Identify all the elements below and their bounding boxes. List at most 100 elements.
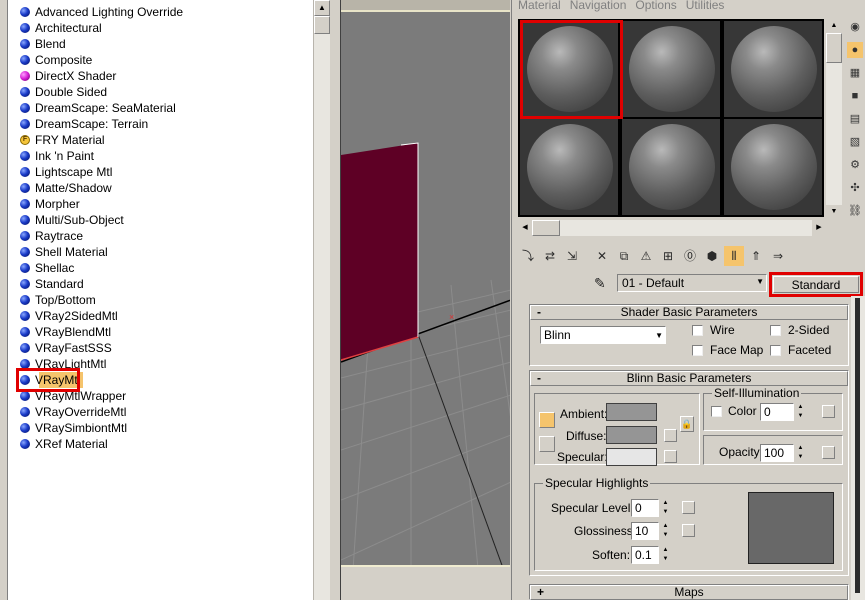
make-preview-icon[interactable]: ▧	[847, 134, 863, 150]
perspective-viewport[interactable]: ×	[340, 0, 510, 600]
go-forward-sibling-icon[interactable]: ⇒	[768, 246, 788, 266]
slots-vertical-scrollbar[interactable]: ▲ ▼	[826, 19, 842, 219]
scroll-down-arrow-icon[interactable]: ▼	[826, 205, 842, 219]
menu-navigation[interactable]: Navigation	[570, 0, 627, 13]
put-to-library-icon[interactable]: ⊞	[658, 246, 678, 266]
sample-slot-2[interactable]	[622, 21, 720, 117]
scroll-thumb[interactable]	[826, 33, 842, 63]
self-illum-value[interactable]: 0	[760, 403, 794, 421]
face-map-checkbox[interactable]	[692, 345, 703, 356]
list-item[interactable]: XRef Material	[20, 436, 108, 452]
scroll-up-arrow-icon[interactable]: ▲	[314, 0, 330, 16]
glossiness-value[interactable]: 10	[631, 522, 659, 540]
spinner-arrows-icon[interactable]: ▲ ▼	[661, 522, 670, 540]
list-item[interactable]: Top/Bottom	[20, 292, 96, 308]
menu-utilities[interactable]: Utilities	[686, 0, 725, 13]
diffuse-color-swatch[interactable]	[606, 426, 657, 444]
list-item[interactable]: Blend	[20, 36, 66, 52]
list-item[interactable]: Multi/Sub-Object	[20, 212, 124, 228]
specular-level-map-button[interactable]	[682, 501, 695, 514]
slots-horizontal-scrollbar[interactable]: ◀ ▶	[518, 220, 826, 236]
list-item[interactable]: DreamScape: Terrain	[20, 116, 148, 132]
shader-basic-header[interactable]: - Shader Basic Parameters	[530, 305, 848, 320]
go-to-parent-icon[interactable]: ⇑	[746, 246, 766, 266]
sample-type-icon[interactable]: ◉	[847, 19, 863, 35]
assign-to-selection-icon[interactable]: ⇲	[562, 246, 582, 266]
rollout-scrollbar[interactable]	[851, 296, 865, 600]
list-item[interactable]: Matte/Shadow	[20, 180, 112, 196]
list-item[interactable]: Composite	[20, 52, 92, 68]
show-map-in-viewport-icon[interactable]: ⬢	[702, 246, 722, 266]
make-copy-icon[interactable]: ⧉	[614, 246, 634, 266]
options-icon[interactable]: ⚙	[847, 157, 863, 173]
list-item[interactable]: Standard	[20, 276, 84, 292]
list-item[interactable]: Architectural	[20, 20, 102, 36]
scroll-up-arrow-icon[interactable]: ▲	[826, 19, 842, 33]
list-item[interactable]: Ink 'n Paint	[20, 148, 94, 164]
chevron-down-icon[interactable]: ▼	[756, 277, 764, 286]
list-item[interactable]: VRay2SidedMtl	[20, 308, 118, 324]
material-navigator-icon[interactable]: ⛓	[847, 203, 863, 219]
glossiness-map-button[interactable]	[682, 524, 695, 537]
list-item[interactable]: F FRY Material	[20, 132, 105, 148]
menu-options[interactable]: Options	[635, 0, 676, 13]
sample-uv-tiling-icon[interactable]: ■	[847, 88, 863, 104]
list-item[interactable]: Shell Material	[20, 244, 108, 260]
list-item[interactable]: VRayBlendMtl	[20, 324, 111, 340]
get-material-icon[interactable]: ⤵	[518, 246, 538, 266]
list-item[interactable]: Morpher	[20, 196, 80, 212]
two-sided-checkbox[interactable]	[770, 325, 781, 336]
specular-level-value[interactable]: 0	[631, 499, 659, 517]
self-illum-color-checkbox[interactable]	[711, 406, 722, 417]
video-color-check-icon[interactable]: ▤	[847, 111, 863, 127]
sample-slot-4[interactable]	[520, 119, 618, 215]
list-item[interactable]: VRaySimbiontMtl	[20, 420, 127, 436]
lock-diffuse-specular-icon[interactable]	[539, 436, 555, 452]
material-name-field[interactable]: 01 - Default ▼	[617, 274, 767, 292]
wire-checkbox[interactable]	[692, 325, 703, 336]
shader-dropdown[interactable]: Blinn ▼	[540, 326, 666, 344]
list-item[interactable]: VRayOverrideMtl	[20, 404, 126, 420]
diffuse-map-button[interactable]	[664, 429, 677, 442]
scroll-thumb[interactable]	[532, 220, 560, 236]
material-type-button[interactable]: Standard	[769, 272, 863, 297]
spinner-arrows-icon[interactable]: ▲ ▼	[661, 546, 670, 564]
backlight-icon[interactable]: ●	[847, 42, 863, 58]
material-effects-channel-icon[interactable]: ⓪	[680, 246, 700, 266]
lock-ambient-diffuse-icon[interactable]	[539, 412, 555, 428]
list-item[interactable]: Advanced Lighting Override	[20, 4, 183, 20]
scroll-right-arrow-icon[interactable]: ▶	[812, 220, 826, 236]
faceted-checkbox[interactable]	[770, 345, 781, 356]
list-item[interactable]: DirectX Shader	[20, 68, 116, 84]
scroll-left-arrow-icon[interactable]: ◀	[518, 220, 532, 236]
list-item[interactable]: Raytrace	[20, 228, 83, 244]
list-item[interactable]: VRayFastSSS	[20, 340, 112, 356]
make-unique-icon[interactable]: ⚠	[636, 246, 656, 266]
list-item[interactable]: Shellac	[20, 260, 74, 276]
reset-map-icon[interactable]: ✕	[592, 246, 612, 266]
lock-icon[interactable]: 🔒	[680, 416, 694, 432]
menu-material[interactable]: Material	[518, 0, 561, 13]
pick-material-eyedropper-icon[interactable]: ✎	[594, 275, 606, 292]
spinner-arrows-icon[interactable]: ▲ ▼	[796, 403, 805, 421]
show-end-result-icon[interactable]: ⫴	[724, 246, 744, 266]
specular-color-swatch[interactable]	[606, 448, 657, 466]
sample-slot-5[interactable]	[622, 119, 720, 215]
put-to-scene-icon[interactable]: ⇄	[540, 246, 560, 266]
background-checker-icon[interactable]: ▦	[847, 65, 863, 81]
spinner-arrows-icon[interactable]: ▲ ▼	[796, 444, 805, 462]
opacity-map-button[interactable]	[822, 446, 835, 459]
specular-map-button[interactable]	[664, 450, 677, 463]
blinn-basic-header[interactable]: - Blinn Basic Parameters	[530, 371, 848, 386]
maps-header[interactable]: + Maps	[530, 585, 848, 600]
self-illum-map-button[interactable]	[822, 405, 835, 418]
spinner-arrows-icon[interactable]: ▲ ▼	[661, 499, 670, 517]
list-scrollbar[interactable]: ▲	[313, 0, 330, 600]
scroll-thumb[interactable]	[855, 298, 860, 593]
list-item[interactable]: DreamScape: SeaMaterial	[20, 100, 176, 116]
list-item[interactable]: Lightscape Mtl	[20, 164, 112, 180]
select-by-material-icon[interactable]: ✣	[847, 180, 863, 196]
sample-slot-6[interactable]	[724, 119, 822, 215]
list-item[interactable]: Double Sided	[20, 84, 107, 100]
scroll-thumb[interactable]	[314, 16, 330, 34]
